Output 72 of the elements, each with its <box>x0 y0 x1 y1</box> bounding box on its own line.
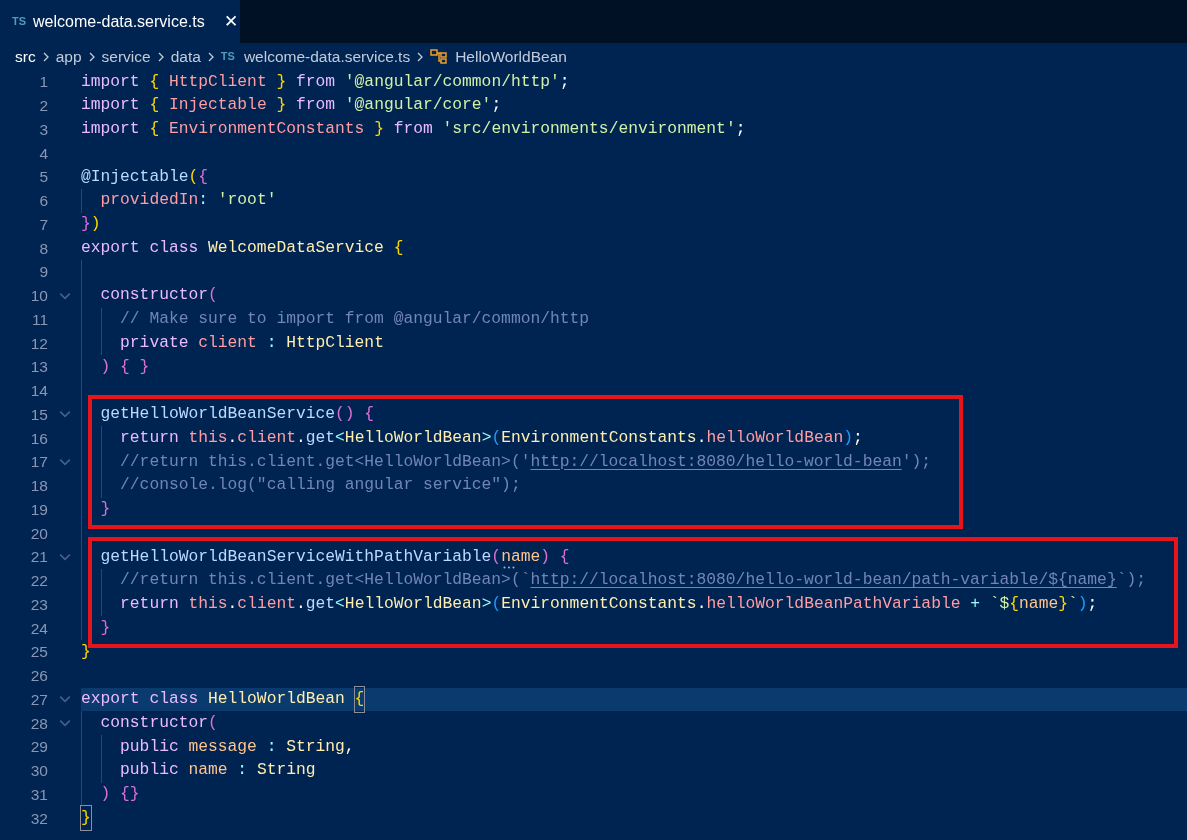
code-line: public name : String <box>81 758 316 783</box>
line-number: 8 <box>38 238 48 259</box>
line-number: 20 <box>29 523 48 544</box>
code-line: //console.log("calling angular service"); <box>81 473 521 498</box>
line-number: 22 <box>29 571 48 591</box>
code-line: providedIn: 'root' <box>81 188 277 213</box>
code-line: constructor( <box>81 711 218 735</box>
breadcrumb-item[interactable]: data <box>170 44 201 69</box>
typescript-file-icon: TS <box>12 13 27 30</box>
code-line: export class HelloWorldBean { <box>81 687 365 712</box>
line-number: 10 <box>29 286 48 306</box>
line-number: 21 <box>29 547 48 568</box>
close-icon[interactable]: ✕ <box>223 8 238 35</box>
code-line: import { Injectable } from '@angular/core'; <box>81 94 502 117</box>
line-number: 14 <box>29 381 48 401</box>
class-icon <box>430 48 449 65</box>
line-number: 23 <box>29 594 48 615</box>
tab-title: welcome-data.service.ts <box>33 11 205 32</box>
code-line: getHelloWorldBeanServiceWithPathVariable(name) { <box>81 545 570 569</box>
code-line: export class WelcomeDataService { <box>81 236 404 259</box>
line-number: 30 <box>29 761 48 781</box>
line-number: 24 <box>29 618 48 639</box>
code-line: }) <box>81 213 101 236</box>
line-number: 16 <box>29 428 48 449</box>
line-number: 26 <box>29 666 48 686</box>
line-number: 1 <box>38 72 48 93</box>
code-line: ) {} <box>81 782 140 807</box>
line-number: 15 <box>29 404 48 425</box>
line-number: 18 <box>29 476 48 496</box>
code-line: } <box>81 806 91 830</box>
breadcrumb-item[interactable]: welcome-data.service.ts <box>243 44 411 69</box>
line-number: 19 <box>29 499 48 520</box>
line-number: 4 <box>38 143 48 164</box>
line-number: 11 <box>30 309 48 330</box>
breadcrumb-item[interactable]: HelloWorldBean <box>455 44 567 69</box>
line-number: 12 <box>29 333 48 354</box>
line-number: 2 <box>38 96 48 116</box>
code-line: import { HttpClient } from '@angular/common/http'; <box>81 70 570 93</box>
line-number: 6 <box>38 191 48 211</box>
code-line: constructor( <box>81 283 218 308</box>
line-number: 29 <box>29 737 48 758</box>
line-number: 13 <box>29 357 48 378</box>
code-line: } <box>81 640 91 663</box>
line-number: 25 <box>29 642 48 663</box>
code-line: getHelloWorldBeanService() { <box>81 402 375 427</box>
typescript-file-icon: TS <box>220 48 235 65</box>
code-line: // Make sure to import from @angular/common/http <box>81 307 590 332</box>
code-line: return this.client.get<HelloWorldBean>(EnvironmentConstants.helloWorldBeanPathVariable + `${name}`); <box>81 592 1098 617</box>
code-line: //return this.client.get<HelloWorldBean>(`http://localhost:8080/hello-world-bean/path-variable/${name}`); <box>81 568 1146 593</box>
hint-dots-icon <box>503 566 516 570</box>
code-line: @Injectable({ <box>81 165 209 188</box>
breadcrumb-item[interactable]: app <box>55 44 82 69</box>
code-line: public message : String, <box>81 735 355 759</box>
line-number: 9 <box>38 262 48 283</box>
line-number: 31 <box>29 784 48 805</box>
code-line: //return this.client.get<HelloWorldBean>('http://localhost:8080/hello-world-bean'); <box>81 450 932 474</box>
code-line: private client : HttpClient <box>81 331 384 355</box>
code-line: import { EnvironmentConstants } from 'src/environments/environment'; <box>81 118 746 141</box>
code-line: ) { } <box>81 355 150 379</box>
line-number: 7 <box>38 214 48 235</box>
breadcrumb-item[interactable]: src <box>15 44 36 69</box>
line-number: 32 <box>29 808 48 829</box>
breadcrumb-item[interactable]: service <box>101 44 151 69</box>
line-number: 5 <box>38 167 48 188</box>
code-line: } <box>81 616 111 640</box>
line-number: 17 <box>29 452 48 473</box>
editor-tab[interactable]: TS welcome-data.service.ts ✕ <box>0 0 240 43</box>
code-line: return this.client.get<HelloWorldBean>(EnvironmentConstants.helloWorldBean); <box>81 426 863 450</box>
line-number: 28 <box>29 713 48 734</box>
line-number: 3 <box>38 119 48 140</box>
code-line: } <box>81 497 111 522</box>
line-number: 27 <box>29 689 48 710</box>
